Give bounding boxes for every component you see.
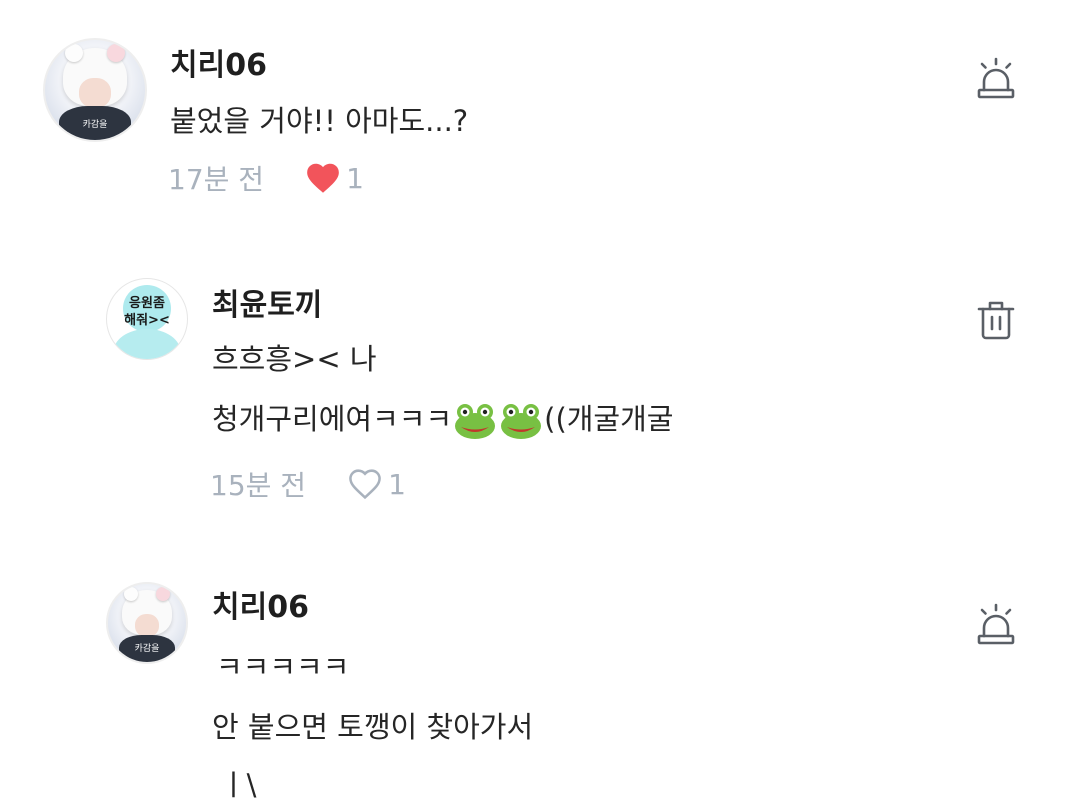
comment-time: 17분 전 <box>168 163 265 196</box>
siren-report-icon[interactable] <box>974 602 1018 646</box>
comment-meta: 15분 전 1 <box>210 464 406 504</box>
avatar-sign-line: 응원좀 <box>129 296 165 311</box>
comment-text: 청개구리에여ㅋㅋㅋ <box>212 402 453 436</box>
comment-meta: 17분 전 1 <box>168 158 364 198</box>
comment-item: 카감을 치리06 ㅋㅋㅋㅋㅋ 안 붙으면 토깽이 찾아가서 ㅣ\ <box>0 570 1080 810</box>
comment-time: 15분 전 <box>210 469 307 502</box>
comment-text: ((개굴개굴 <box>544 402 674 436</box>
user-avatar[interactable]: 카감을 <box>106 582 188 664</box>
siren-report-icon[interactable] <box>974 56 1018 100</box>
comment-username[interactable]: 치리06 <box>170 40 267 84</box>
comment-username[interactable]: 치리06 <box>212 582 309 626</box>
comment-text-row: 청개구리에여ㅋㅋㅋ ((개굴개굴 <box>212 396 673 441</box>
comment-text: 붙었을 거야!! 아마도...? <box>170 104 469 138</box>
comment-text: 흐흐흥>< 나 <box>212 342 377 376</box>
frog-emoji-icon <box>501 404 542 439</box>
frog-emoji-icon <box>455 404 496 439</box>
comment-item: 카감을 치리06 붙었을 거야!! 아마도...? 17분 전 1 <box>0 0 1080 230</box>
user-avatar[interactable]: 카감을 <box>43 38 147 142</box>
avatar-caption: 카감을 <box>82 120 108 130</box>
comment-username[interactable]: 최윤토끼 <box>212 280 322 324</box>
user-avatar[interactable]: 응원좀 해줘>< <box>106 278 188 360</box>
trash-icon[interactable] <box>974 298 1018 342</box>
like-count: 1 <box>346 161 364 195</box>
avatar-caption: 카감을 <box>134 644 160 655</box>
comment-text: ㅣ\ <box>220 768 257 802</box>
heart-filled-icon[interactable] <box>304 159 342 197</box>
comment-item: 응원좀 해줘>< 최윤토끼 흐흐흥>< 나 청개구리에여ㅋㅋㅋ ((개굴개굴 1… <box>0 260 1080 520</box>
comment-text: ㅋㅋㅋㅋㅋ <box>216 650 350 684</box>
heart-outline-icon[interactable] <box>346 465 384 503</box>
avatar-sign-line: 해줘>< <box>124 313 170 328</box>
like-count: 1 <box>388 467 406 501</box>
comment-text: 안 붙으면 토깽이 찾아가서 <box>212 710 534 744</box>
comment-thread: 카감을 치리06 붙었을 거야!! 아마도...? 17분 전 1 응원좀 해줘… <box>0 0 1080 810</box>
